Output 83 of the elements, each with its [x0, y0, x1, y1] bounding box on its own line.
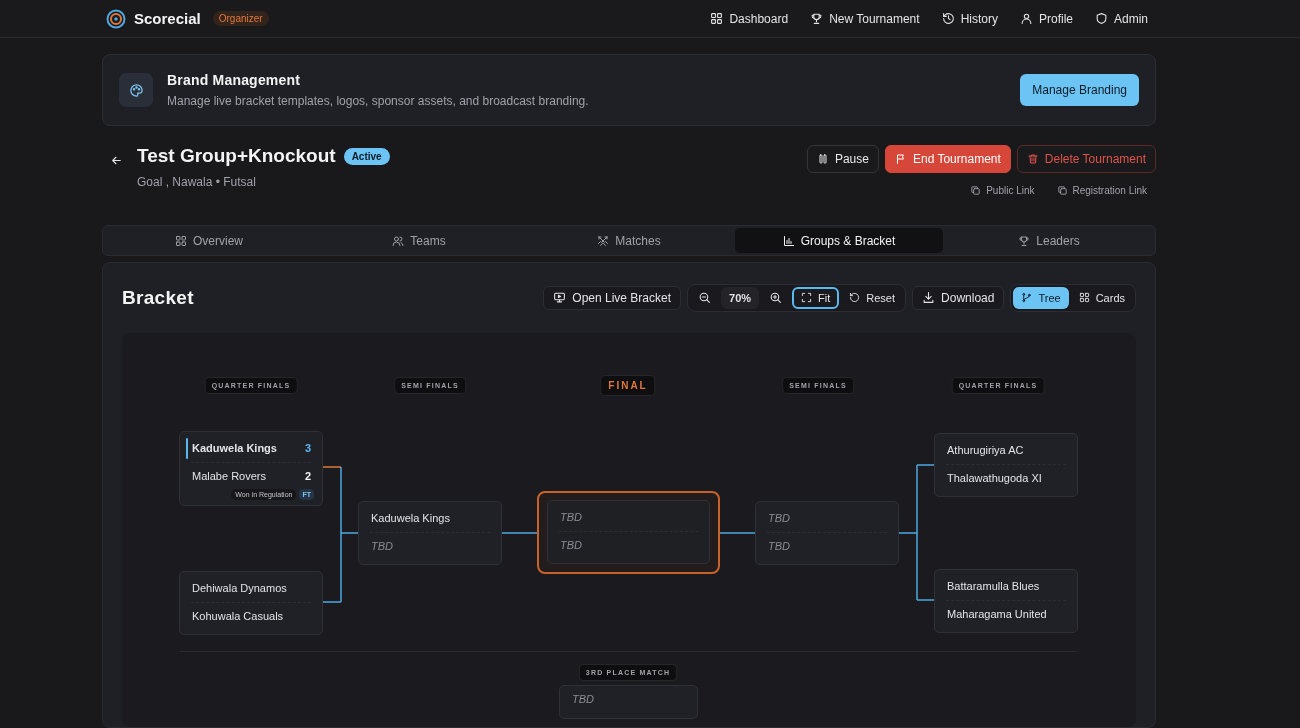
download-icon	[922, 291, 936, 305]
trophy-icon	[810, 12, 824, 25]
monitor-icon	[553, 291, 567, 305]
team-name: TBD	[768, 512, 790, 525]
tab[interactable]: Teams	[315, 228, 523, 253]
copy-icon	[1056, 185, 1068, 196]
team-name: Malabe Rovers	[192, 469, 266, 482]
match-card[interactable]: TBD TBD	[755, 500, 899, 565]
download-button[interactable]: Download	[912, 285, 1005, 310]
team-name: Kaduwela Kings	[371, 512, 450, 525]
open-live-bracket-button[interactable]: Open Live Bracket	[543, 285, 682, 310]
tab[interactable]: Overview	[105, 228, 313, 253]
copy-link[interactable]: Public Link	[970, 185, 1035, 196]
grid-icon	[1078, 292, 1090, 304]
tab[interactable]: Matches	[525, 228, 733, 253]
trophy-icon	[1018, 234, 1031, 247]
team-score: 3	[304, 442, 311, 455]
team-name: TBD	[768, 539, 790, 552]
reset-icon	[849, 292, 861, 304]
match-card[interactable]: TBD TBD	[547, 499, 710, 564]
nav-link[interactable]: New Tournament	[810, 11, 920, 26]
card-description: Manage live bracket templates, logos, sponsor assets, and broadcast branding.	[167, 94, 589, 108]
back-arrow-icon[interactable]	[110, 154, 123, 167]
nav-link[interactable]: History	[941, 11, 998, 26]
team-name: Thalawathugoda XI	[947, 471, 1042, 484]
status-badge: Active	[343, 147, 390, 165]
match-card[interactable]: Athurugiriya AC Thalawathugoda XI	[934, 432, 1078, 497]
manage-branding-button[interactable]: Manage Branding	[1020, 74, 1139, 106]
team-name: Kaduwela Kings	[192, 442, 277, 455]
role-badge: Organizer	[212, 11, 269, 26]
flag-icon	[894, 153, 907, 165]
match-card[interactable]: Kaduwela Kings TBD	[358, 500, 502, 565]
pause-icon	[816, 153, 829, 165]
pause-button[interactable]: Pause	[806, 145, 879, 173]
tab[interactable]: Leaders	[945, 228, 1153, 253]
profile-icon	[1019, 12, 1033, 25]
branch-icon	[1021, 292, 1033, 304]
zoom-out-icon	[698, 291, 712, 305]
team-name: TBD	[560, 538, 582, 551]
card-title: Brand Management	[167, 72, 302, 88]
palette-icon	[128, 82, 144, 98]
team-name: Battaramulla Blues	[947, 580, 1040, 593]
expand-icon	[801, 292, 813, 304]
reset-button[interactable]: Reset	[841, 286, 904, 309]
match-card[interactable]: Battaramulla Blues Maharagama United	[934, 568, 1078, 633]
fit-button[interactable]: Fit	[792, 286, 840, 309]
team-name: Maharagama United	[947, 607, 1047, 620]
view-toggle[interactable]: Tree	[1013, 286, 1069, 309]
team-name: Dehiwala Dynamos	[192, 582, 287, 595]
end-tournament-button[interactable]: End Tournament	[884, 145, 1011, 173]
users-icon	[392, 234, 405, 247]
bracket-title: Bracket	[122, 286, 194, 309]
swords-icon	[597, 234, 610, 247]
delete-tournament-button[interactable]: Delete Tournament	[1016, 145, 1156, 173]
shield-icon	[1095, 12, 1108, 25]
team-name: Athurugiriya AC	[947, 444, 1024, 457]
nav-link[interactable]: Dashboard	[710, 11, 789, 26]
copy-link[interactable]: Registration Link	[1056, 185, 1147, 196]
match-card[interactable]: Dehiwala Dynamos Kohuwala Casuals	[179, 570, 323, 635]
team-name: TBD	[560, 511, 582, 524]
tournament-title: Test Group+Knockout	[137, 145, 336, 167]
zoom-in-icon	[769, 291, 783, 305]
tournament-meta: Goal , Nawala • Futsal	[137, 175, 257, 189]
grid-icon	[175, 234, 187, 247]
history-icon	[941, 12, 955, 25]
team-score: 2	[304, 469, 311, 482]
trash-icon	[1026, 153, 1039, 165]
bar-chart-icon	[782, 234, 795, 247]
team-name: TBD	[572, 693, 594, 706]
tab[interactable]: Groups & Bracket	[735, 228, 943, 253]
team-name: TBD	[371, 539, 393, 552]
round-label: FINAL	[600, 374, 656, 396]
winner-indicator	[186, 437, 188, 459]
logo-icon	[106, 8, 126, 29]
team-name: Kohuwala Casuals	[192, 609, 284, 622]
view-toggle[interactable]: Cards	[1070, 286, 1133, 309]
nav-link[interactable]: Profile	[1019, 11, 1073, 26]
nav-link[interactable]: Admin	[1095, 11, 1148, 26]
dashboard-icon	[710, 12, 724, 25]
copy-icon	[970, 185, 982, 196]
match-card[interactable]: TBD	[559, 684, 698, 719]
zoom-level: 70%	[721, 286, 760, 309]
app-name: Scorecial	[134, 10, 201, 27]
